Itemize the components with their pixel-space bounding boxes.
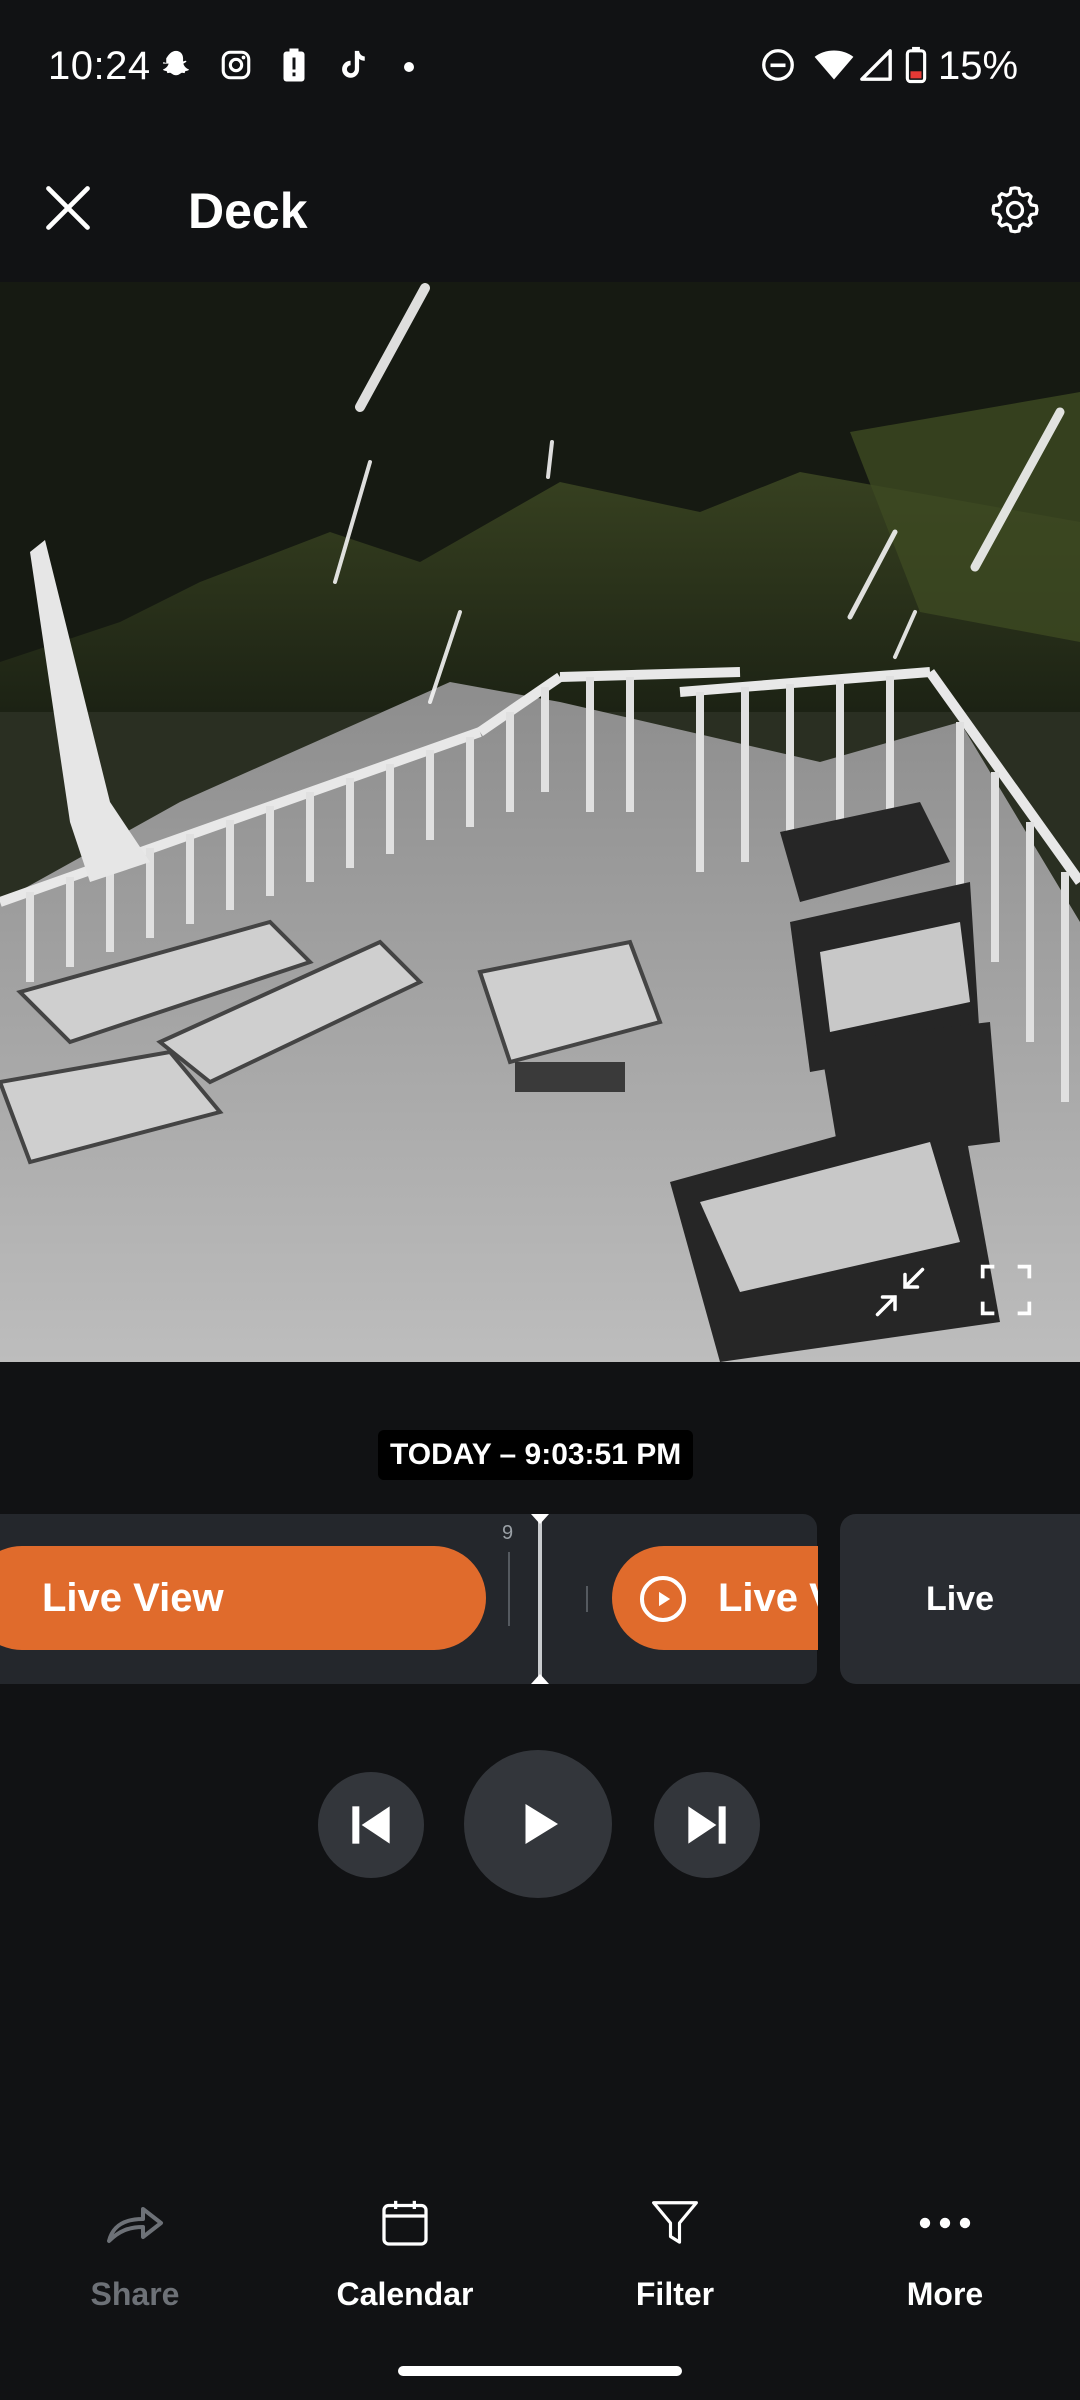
close-icon — [46, 186, 90, 230]
timeline-tick — [508, 1552, 510, 1626]
skip-previous-icon — [352, 1806, 390, 1844]
calendar-button[interactable]: Calendar — [305, 2190, 505, 2320]
battery-icon — [900, 46, 932, 84]
timeline-tick — [586, 1586, 588, 1612]
status-bar: 10:24 15% — [0, 0, 1080, 135]
live-tile-label: Live — [926, 1579, 995, 1618]
page-title: Deck — [188, 183, 308, 239]
timeline-tick-label: 9 — [502, 1522, 514, 1544]
more-label: More — [906, 2276, 984, 2312]
calendar-icon — [382, 2200, 428, 2246]
play-button[interactable] — [464, 1750, 612, 1898]
battery-alert-icon — [276, 47, 312, 83]
status-time: 10:24 — [48, 44, 151, 88]
share-label: Share — [90, 2276, 180, 2312]
skip-previous-button[interactable] — [318, 1772, 424, 1878]
close-button[interactable] — [38, 178, 98, 238]
skip-next-button[interactable] — [654, 1772, 760, 1878]
signal-icon — [856, 47, 896, 83]
share-icon — [107, 2207, 163, 2243]
do-not-disturb-icon — [760, 47, 796, 83]
filter-button[interactable]: Filter — [575, 2190, 775, 2320]
event-live-view[interactable]: Live View — [0, 1546, 486, 1650]
dot-icon — [404, 62, 414, 72]
timeline[interactable]: Live View 9 Live V Live — [0, 1514, 1080, 1684]
gear-icon — [991, 186, 1039, 234]
instagram-icon — [218, 47, 254, 83]
camera-feed-image — [0, 282, 1080, 1362]
snapchat-icon — [158, 47, 194, 83]
event-label: Live View — [42, 1575, 224, 1620]
calendar-label: Calendar — [336, 2276, 474, 2312]
play-circle-icon — [640, 1576, 686, 1622]
more-icon — [919, 2217, 971, 2229]
event-live-view[interactable]: Live V — [612, 1546, 818, 1650]
more-button[interactable]: More — [845, 2190, 1045, 2320]
minimize-icon[interactable] — [870, 1262, 930, 1322]
playhead[interactable] — [538, 1514, 542, 1684]
camera-feed[interactable] — [0, 282, 1080, 1362]
live-tile[interactable]: Live — [840, 1514, 1080, 1684]
playhead-bottom-marker — [531, 1674, 549, 1684]
play-icon — [525, 1804, 558, 1844]
skip-next-icon — [688, 1806, 726, 1844]
share-button[interactable]: Share — [35, 2190, 235, 2320]
filter-icon — [652, 2201, 698, 2244]
playhead-top-marker — [531, 1514, 549, 1524]
battery-percentage: 15% — [938, 44, 1019, 88]
filter-label: Filter — [635, 2276, 715, 2312]
timestamp-label: TODAY – 9:03:51 PM — [378, 1430, 694, 1480]
fullscreen-icon[interactable] — [978, 1262, 1034, 1318]
event-label: Live V — [718, 1575, 818, 1620]
wifi-icon — [812, 47, 856, 83]
settings-button[interactable] — [985, 180, 1045, 240]
tiktok-icon — [334, 47, 370, 83]
home-indicator[interactable] — [398, 2366, 682, 2376]
